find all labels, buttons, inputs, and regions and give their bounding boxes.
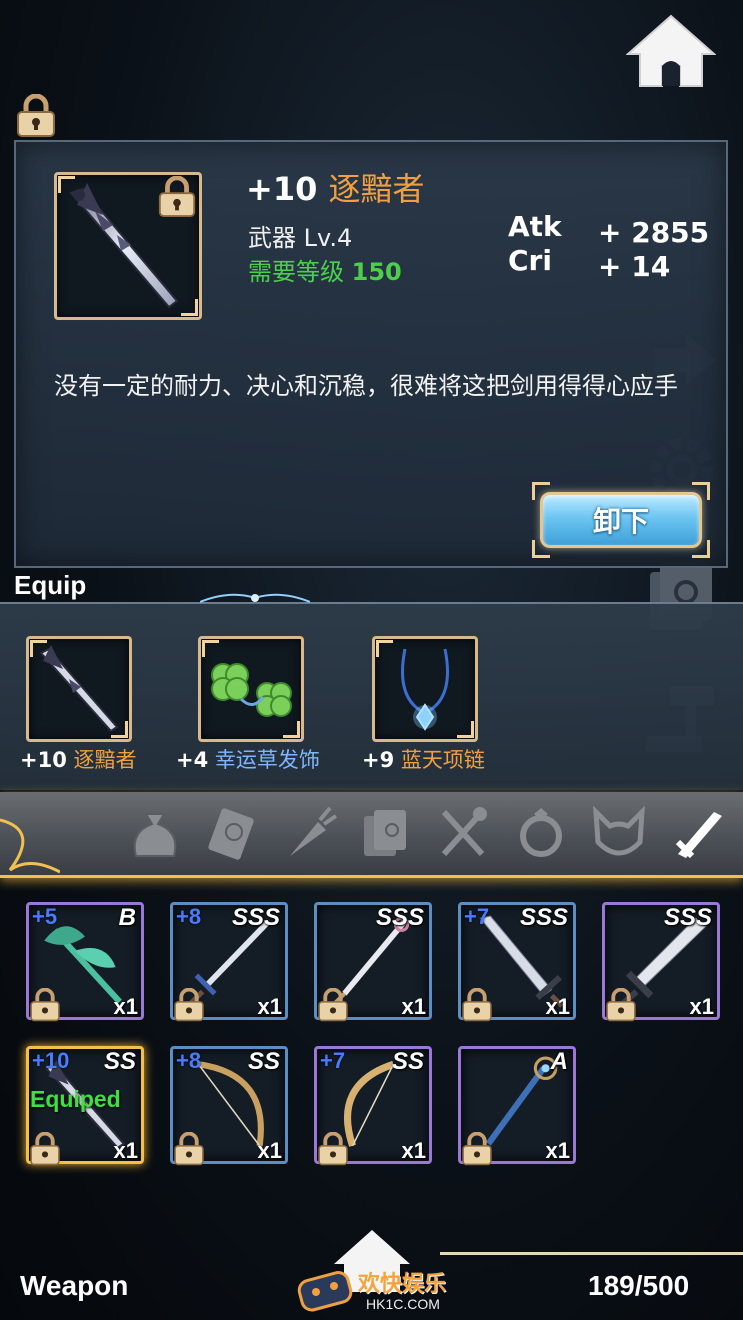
inventory-slot[interactable]: A x1 [458,1046,576,1166]
cat-ears-icon[interactable] [588,802,650,864]
equip-slot-necklace[interactable] [372,636,478,742]
watermark-cn: 欢快娱乐 [358,1272,447,1297]
inventory-slot[interactable]: +8 SSS x1 [170,902,288,1022]
slot-qty: x1 [257,994,282,1019]
slot-plus: +8 [176,904,202,929]
stat-label-cri: Cri [508,244,552,277]
slot-plus: +5 [32,904,58,929]
lock-icon[interactable] [14,94,58,138]
slot-qty: x1 [401,1138,426,1163]
slot-qty: x1 [113,994,138,1019]
item-level-requirement: 需要等级 150 [248,252,402,287]
card-icon[interactable] [200,802,262,864]
fork-spoon-icon[interactable] [432,802,494,864]
slot-plus: +7 [464,904,490,929]
gamepad-icon [297,1271,353,1312]
necklace-icon [401,648,449,731]
inventory-slot-equipped[interactable]: +10 SS Equiped x1 [26,1046,144,1166]
equip-section-title: Equip [14,570,87,600]
slot-grade: B [118,904,136,931]
equip-panel: +10 逐黯者 +4 幸运草发饰 +9 蓝天项链 [0,602,743,790]
footer-divider [440,1252,743,1255]
lock-icon [318,1132,348,1166]
req-label: 需要等级 [248,258,344,286]
slot-grade: SS [247,1048,280,1075]
equip-slot-weapon[interactable] [26,636,132,742]
equip-label-weapon: +10 逐黯者 [20,744,137,774]
slot-qty: x1 [113,1138,138,1163]
item-plus: +10 [246,170,318,208]
ornament-divider [200,593,310,603]
inventory-slot[interactable]: +7 SSS x1 [458,902,576,1022]
equip-slot-accessory[interactable] [198,636,304,742]
book-icon[interactable] [356,802,418,864]
equip-name: 逐黯者 [73,748,137,772]
stat-value-atk: + 2855 [598,216,710,249]
req-value: 150 [351,258,402,286]
equip-plus: +4 [176,748,209,772]
slot-grade: SS [391,1048,424,1075]
home-button[interactable] [626,14,716,88]
watermark-en: HK1C.COM [366,1296,440,1312]
slot-grade: SS [103,1048,136,1075]
inventory-slot[interactable]: +7 SS x1 [314,1046,432,1166]
slot-grade: SSS [375,904,424,931]
unequip-label: 卸下 [540,492,702,548]
item-description: 没有一定的耐力、决心和沉稳，很难将这把剑用得得心应手 [54,372,678,400]
equip-name: 蓝天项链 [400,748,485,772]
stat-value-cri: + 14 [598,250,671,283]
item-type-level: 武器 Lv.4 [248,224,353,252]
inventory-slot[interactable]: +5 B x1 [26,902,144,1022]
ring-icon[interactable] [510,802,572,864]
slot-grade: SSS [519,904,568,931]
clover-icon [211,663,292,717]
inventory-slot[interactable]: +8 SS x1 [170,1046,288,1166]
slot-qty: x1 [545,994,570,1019]
inventory-count: 189/500 [588,1270,690,1301]
slot-qty: x1 [689,994,714,1019]
item-name-text: 逐黯者 [328,170,425,208]
equip-plus: +9 [362,748,395,772]
item-detail-panel: +10 逐黯者 武器 Lv.4 需要等级 150 Atk + 2855 Cri … [14,140,728,568]
slot-plus: +7 [320,1048,346,1073]
lock-icon [30,1132,60,1166]
carrot-icon[interactable] [278,802,340,864]
slot-grade: SSS [663,904,712,931]
stat-label-atk: Atk [508,210,562,243]
equip-label-necklace: +9 蓝天项链 [362,744,485,774]
category-title: Weapon [20,1270,129,1301]
lock-icon [462,988,492,1022]
inventory-slot[interactable]: SSS x1 [602,902,720,1022]
equip-plus: +10 [20,748,67,772]
equip-name: 幸运草发饰 [214,748,320,772]
slot-plus: +10 [32,1048,70,1073]
lock-icon [462,1132,492,1166]
category-tab-bar [0,792,743,878]
watermark-logo: 欢快娱乐 HK1C.COM [294,1262,464,1318]
inventory-slot[interactable]: SSS x1 [314,902,432,1022]
sword-icon [39,645,119,733]
unequip-button[interactable]: 卸下 [532,482,710,558]
slot-qty: x1 [257,1138,282,1163]
tab-ornament [0,818,60,874]
slot-qty: x1 [545,1138,570,1163]
lock-icon [174,1132,204,1166]
equip-label-accessory: +4 幸运草发饰 [176,744,320,774]
equipped-label: Equiped [30,1086,121,1112]
bag-icon[interactable] [124,802,186,864]
slot-qty: x1 [401,994,426,1019]
item-name: +10 逐黯者 [246,164,425,210]
lock-icon [30,988,60,1022]
sword-icon[interactable] [668,802,730,864]
lock-icon[interactable] [156,176,198,218]
slot-grade: A [550,1048,568,1075]
lock-icon [606,988,636,1022]
lock-icon [318,988,348,1022]
slot-plus: +8 [176,1048,202,1073]
lock-icon [174,988,204,1022]
slot-grade: SSS [231,904,280,931]
